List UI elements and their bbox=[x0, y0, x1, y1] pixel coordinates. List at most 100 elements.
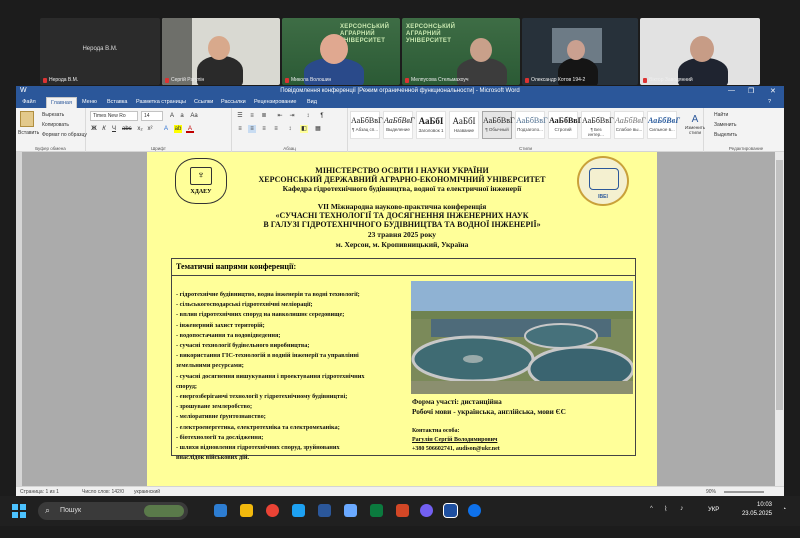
minimize-icon[interactable]: — bbox=[728, 87, 735, 94]
tab-menu[interactable]: Меню bbox=[82, 99, 97, 105]
tab-review[interactable]: Рецензирование bbox=[254, 99, 296, 105]
multilevel-list-icon[interactable]: ≣ bbox=[260, 112, 268, 120]
cut-button[interactable]: Вырезать bbox=[42, 112, 64, 118]
style-emphasis[interactable]: АаБбВвГ Выделение bbox=[383, 111, 414, 139]
font-group: Times New Ro 14 A a Aa Ж К Ч abc x₂ x² A… bbox=[86, 108, 232, 152]
viber-icon[interactable] bbox=[420, 504, 433, 517]
change-styles-button[interactable]: A Изменить стили bbox=[682, 114, 708, 140]
department-heading: Кафедра гідротехнічного будівництва, вод… bbox=[282, 184, 522, 193]
find-button[interactable]: Найти bbox=[714, 112, 728, 118]
shrink-font-icon[interactable]: a bbox=[178, 112, 186, 120]
zoom-app-icon[interactable] bbox=[468, 504, 481, 517]
input-language[interactable]: УКР bbox=[708, 507, 719, 513]
topic-item: - сучасні технології будівельного виробн… bbox=[176, 342, 310, 349]
strikethrough-icon[interactable]: abc bbox=[122, 125, 132, 133]
change-case-icon[interactable]: Aa bbox=[190, 112, 198, 120]
line-spacing-icon[interactable]: ↕ bbox=[286, 125, 294, 133]
style-no-spacing[interactable]: АаБбВвГ ¶ Без интер... bbox=[581, 111, 614, 139]
close-icon[interactable]: ✕ bbox=[770, 87, 776, 95]
paste-icon[interactable] bbox=[20, 111, 34, 127]
font-color-icon[interactable]: A bbox=[186, 125, 194, 133]
bullets-icon[interactable]: ☰ bbox=[236, 112, 244, 120]
style-subtle-emphasis[interactable]: АаБбВвГ Слабое вы... bbox=[614, 111, 645, 139]
mail-icon[interactable] bbox=[292, 504, 305, 517]
format-painter-button[interactable]: Формат по образцу bbox=[42, 132, 87, 138]
start-icon[interactable] bbox=[12, 504, 26, 518]
word-active-icon[interactable] bbox=[443, 503, 458, 518]
tray-chevron-icon[interactable]: ^ bbox=[650, 506, 653, 512]
subscript-icon[interactable]: x₂ bbox=[136, 125, 144, 133]
align-right-icon[interactable]: ≡ bbox=[260, 125, 268, 133]
sort-icon[interactable]: ↕ bbox=[304, 112, 312, 120]
participant-tile[interactable]: Нерода В.М. Нерода В.М. bbox=[40, 18, 160, 85]
text-effects-icon[interactable]: A bbox=[162, 125, 170, 133]
zoom-slider[interactable] bbox=[724, 491, 764, 493]
teams-icon[interactable] bbox=[214, 504, 227, 517]
editing-group-label: Редактирование bbox=[728, 146, 764, 151]
participant-tile[interactable]: Олександр Котов 194-2 bbox=[522, 18, 638, 85]
align-center-icon[interactable]: ≡ bbox=[248, 125, 256, 133]
mic-muted-icon bbox=[165, 77, 169, 83]
underline-icon[interactable]: Ч bbox=[110, 125, 118, 133]
clock[interactable]: 10:03 23.05.2025 bbox=[742, 501, 772, 519]
style-subtitle[interactable]: АаБбВвГ Подзаголо... bbox=[515, 111, 548, 139]
copy-button[interactable]: Копировать bbox=[42, 122, 69, 128]
page-count[interactable]: Страница: 1 из 1 bbox=[20, 489, 59, 495]
participant-tile[interactable]: ХЕРСОНСЬКИЙ АГРАРНИЙ УНІВЕРСИТЕТ Мелпусо… bbox=[402, 18, 520, 85]
style-normal[interactable]: АаБбВвГг ¶ Обычный bbox=[482, 111, 518, 139]
justify-icon[interactable]: ≡ bbox=[272, 125, 280, 133]
volume-icon[interactable]: ♪ bbox=[680, 505, 684, 512]
decrease-indent-icon[interactable]: ⇤ bbox=[276, 112, 284, 120]
tab-references[interactable]: Ссылки bbox=[194, 99, 213, 105]
participant-tile[interactable]: ХЕРСОНСЬКИЙ АГРАРНИЙ УНІВЕРСИТЕТ Микола … bbox=[282, 18, 400, 85]
style-list-paragraph[interactable]: АаБбВвГг, ¶ Абзац сп... bbox=[350, 111, 387, 139]
borders-icon[interactable]: ▦ bbox=[314, 125, 322, 133]
word-count[interactable]: Число слов: 142/0 bbox=[82, 489, 124, 495]
network-icon[interactable]: ⌇ bbox=[664, 505, 667, 513]
contact-phone-email[interactable]: +380 506602741, audison@ukr.net bbox=[412, 446, 500, 452]
italic-icon[interactable]: К bbox=[100, 125, 108, 133]
paste-button[interactable]: Вставить bbox=[18, 130, 39, 136]
scrollbar-thumb[interactable] bbox=[776, 160, 783, 410]
participant-tile[interactable]: Віктор Заводянний bbox=[640, 18, 760, 85]
show-formatting-icon[interactable]: ¶ bbox=[318, 112, 326, 120]
style-strong[interactable]: АаБбВвГ Строгий bbox=[548, 111, 583, 139]
select-button[interactable]: Выделить bbox=[714, 132, 737, 138]
app-icon[interactable] bbox=[344, 504, 357, 517]
replace-button[interactable]: Заменить bbox=[714, 122, 736, 128]
shading-icon[interactable]: ◧ bbox=[300, 125, 308, 133]
numbering-icon[interactable]: ≡ bbox=[248, 112, 256, 120]
highlight-icon[interactable]: ab bbox=[174, 125, 182, 133]
tab-mailings[interactable]: Рассылки bbox=[221, 99, 246, 105]
superscript-icon[interactable]: x² bbox=[146, 125, 154, 133]
style-title[interactable]: АаБбI Название bbox=[449, 111, 479, 139]
file-explorer-icon[interactable] bbox=[240, 504, 253, 517]
font-name-select[interactable]: Times New Ro bbox=[90, 111, 138, 121]
tab-page-layout[interactable]: Разметка страницы bbox=[136, 99, 186, 105]
notifications-icon[interactable]: ◔ bbox=[782, 506, 786, 513]
tab-home[interactable]: Главная bbox=[46, 97, 77, 108]
increase-indent-icon[interactable]: ⇥ bbox=[288, 112, 296, 120]
font-size-select[interactable]: 14 bbox=[141, 111, 163, 121]
align-left-icon[interactable]: ≡ bbox=[236, 125, 244, 133]
font-group-label: Шрифт bbox=[151, 146, 166, 151]
tab-insert[interactable]: Вставка bbox=[107, 99, 127, 105]
chrome-icon[interactable] bbox=[266, 504, 279, 517]
powerpoint-icon[interactable] bbox=[396, 504, 409, 517]
style-intense-emphasis[interactable]: АаБбВвГ Сильное в... bbox=[647, 111, 680, 139]
zoom-level[interactable]: 90% bbox=[706, 489, 716, 495]
tab-file[interactable]: Файл bbox=[18, 97, 40, 108]
participant-tile[interactable]: Сергій Рагулін bbox=[162, 18, 280, 85]
word-taskbar-icon[interactable] bbox=[318, 504, 331, 517]
bold-icon[interactable]: Ж bbox=[90, 125, 98, 133]
contact-label: Контактна особа: bbox=[412, 428, 460, 434]
taskbar-search[interactable]: ⌕ Пошук bbox=[38, 502, 188, 520]
language-status[interactable]: украинский bbox=[134, 489, 160, 495]
grow-font-icon[interactable]: A bbox=[168, 112, 176, 120]
tab-view[interactable]: Вид bbox=[307, 99, 317, 105]
person-head bbox=[208, 36, 230, 60]
help-icon[interactable]: ? bbox=[768, 99, 771, 105]
restore-icon[interactable]: ❐ bbox=[748, 87, 754, 95]
excel-icon[interactable] bbox=[370, 504, 383, 517]
style-heading-1[interactable]: АаБбI Заголовок 1 bbox=[416, 111, 446, 139]
